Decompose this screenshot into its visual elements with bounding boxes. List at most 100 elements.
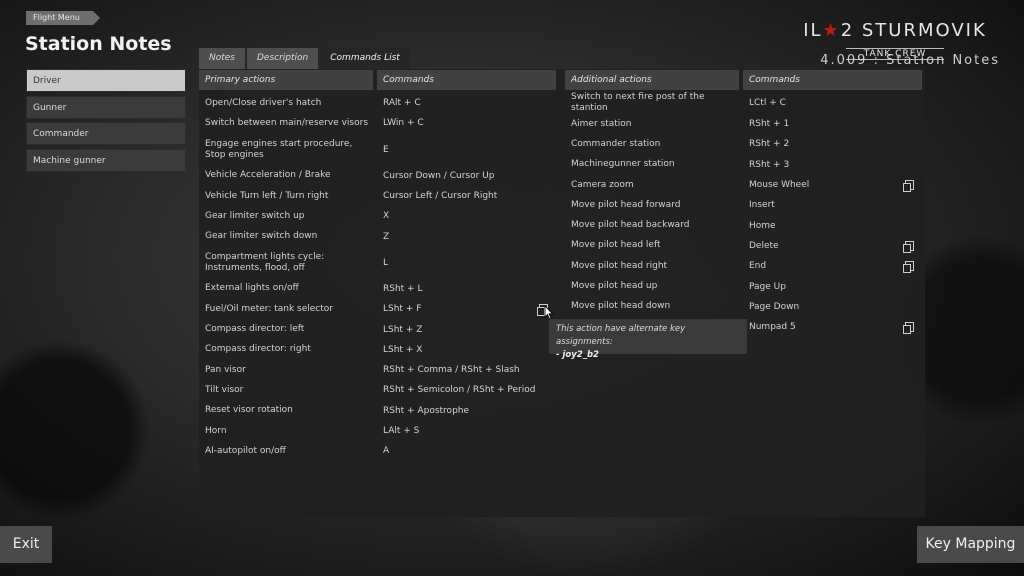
command-key: RAlt + C <box>383 98 421 109</box>
table-row[interactable]: Move pilot head down Page Down <box>565 297 922 317</box>
action-label: Open/Close driver's hatch <box>205 97 322 108</box>
table-row[interactable]: Move pilot head forward Insert <box>565 195 922 215</box>
alternate-keys-tooltip: This action have alternate key assignmen… <box>549 319 747 360</box>
action-label: Move pilot head down <box>571 301 671 312</box>
table-row[interactable]: Horn LAlt + S <box>199 421 556 441</box>
action-label: Vehicle Turn left / Turn right <box>205 190 329 201</box>
alternate-keys-icon[interactable] <box>903 321 914 334</box>
command-key: E <box>383 144 389 155</box>
action-label: Vehicle Acceleration / Brake <box>205 170 331 181</box>
table-row[interactable]: Move pilot head backward Home <box>565 215 922 235</box>
table-row[interactable]: Commander station RSht + 2 <box>565 134 922 154</box>
action-label: External lights on/off <box>205 283 299 294</box>
key-mapping-button[interactable]: Key Mapping <box>917 526 1024 563</box>
table-row[interactable]: Gear limiter switch up X <box>199 206 556 226</box>
action-label: Compass director: right <box>205 344 311 355</box>
action-label: Reset visor rotation <box>205 405 293 416</box>
action-label: Compass director: left <box>205 324 305 335</box>
alternate-keys-icon[interactable] <box>903 179 914 192</box>
command-key: Cursor Down / Cursor Up <box>383 170 495 181</box>
table-row[interactable]: Compartment lights cycle: Instruments, f… <box>199 247 556 279</box>
table-row[interactable]: Aimer station RSht + 1 <box>565 114 922 134</box>
action-label: Compartment lights cycle: Instruments, f… <box>205 251 325 273</box>
alternate-keys-icon[interactable] <box>903 240 914 253</box>
table-row[interactable]: Switch between main/reserve visors LWin +… <box>199 113 556 133</box>
action-label: Camera zoom <box>571 179 634 190</box>
command-key: X <box>383 211 390 222</box>
table-row[interactable]: Move pilot head right End <box>565 256 922 276</box>
action-label: Move pilot head backward <box>571 220 690 231</box>
command-key: RSht + Semicolon / RSht + Period <box>383 385 536 396</box>
command-key: Z <box>383 231 390 242</box>
command-key: RSht + Apostrophe <box>383 405 470 416</box>
command-key: L <box>383 257 389 268</box>
action-label: Move pilot head right <box>571 260 668 271</box>
table-row[interactable]: Pan visor RSht + Comma / RSht + Slash <box>199 360 556 380</box>
action-label: Gear limiter switch down <box>205 231 318 242</box>
table-row[interactable]: Vehicle Acceleration / Brake Cursor Down … <box>199 166 556 186</box>
tab-description[interactable]: Description <box>247 48 319 69</box>
table-row[interactable]: Machinegunner station RSht + 3 <box>565 155 922 175</box>
column-header-action: Additional actions <box>565 70 739 90</box>
column-header-commands: Commands <box>377 70 556 90</box>
action-label: Move pilot head forward <box>571 199 681 210</box>
table-row[interactable]: Camera zoom Mouse Wheel <box>565 175 922 195</box>
logo-title: IL★2 STURMOVIK <box>803 20 987 41</box>
tab-notes[interactable]: Notes <box>199 48 245 69</box>
action-label: Machinegunner station <box>571 159 675 170</box>
table-row[interactable]: Open/Close driver's hatch RAlt + C <box>199 93 556 113</box>
command-key: Page Up <box>749 281 786 292</box>
tab-bar: Notes Description Commands List <box>199 48 412 69</box>
additional-rows: Switch to next fire post of the stantion… <box>565 92 922 337</box>
command-key: LWin + C <box>383 118 424 129</box>
command-key: LSht + Z <box>383 324 423 335</box>
station-sidebar: Driver Gunner Commander Machine gunner <box>26 69 186 175</box>
tooltip-text: This action have alternate key assignmen… <box>556 324 686 347</box>
sidebar-item-commander[interactable]: Commander <box>26 122 186 145</box>
sidebar-item-driver[interactable]: Driver <box>26 69 186 92</box>
command-key: Insert <box>749 200 775 211</box>
table-row[interactable]: Gear limiter switch down Z <box>199 226 556 246</box>
action-label: Switch to next fire post of the stantion <box>571 92 705 113</box>
sidebar-item-machine-gunner[interactable]: Machine gunner <box>26 148 186 172</box>
table-row[interactable]: External lights on/off RSht + L <box>199 279 556 299</box>
command-key: Home <box>749 220 776 231</box>
action-label: Fuel/Oil meter: tank selector <box>205 303 333 314</box>
breadcrumb[interactable]: Flight Menu <box>26 11 100 25</box>
action-label: Aimer station <box>571 118 632 129</box>
table-row[interactable]: Tilt visor RSht + Semicolon / RSht + Peri… <box>199 380 556 400</box>
command-key: RSht + 1 <box>749 119 790 130</box>
alternate-keys-icon[interactable] <box>903 261 914 274</box>
table-row[interactable]: Move pilot head left Delete <box>565 236 922 256</box>
command-key: RSht + 3 <box>749 159 790 170</box>
page-title: Station Notes <box>25 33 172 55</box>
command-key: RSht + L <box>383 283 423 294</box>
command-key: Page Down <box>749 301 800 312</box>
command-key: RSht + Comma / RSht + Slash <box>383 365 520 376</box>
table-row[interactable]: Move pilot head up Page Up <box>565 276 922 296</box>
table-row[interactable]: Vehicle Turn left / Turn right Cursor Lef… <box>199 186 556 206</box>
table-row[interactable]: Engage engines start procedure, Stop eng… <box>199 134 556 166</box>
column-header-commands: Commands <box>743 70 922 90</box>
command-key: Numpad 5 <box>749 322 796 333</box>
action-label: Gear limiter switch up <box>205 210 305 221</box>
table-row[interactable]: Switch to next fire post of the stantion… <box>565 92 922 114</box>
action-label: Pan visor <box>205 364 246 375</box>
exit-button[interactable]: Exit <box>0 526 52 563</box>
action-label: Switch between main/reserve visors <box>205 117 369 128</box>
sidebar-item-gunner[interactable]: Gunner <box>26 95 186 119</box>
table-row[interactable]: Compass director: right LSht + X <box>199 340 556 360</box>
command-key: End <box>749 261 767 272</box>
command-key: Cursor Left / Cursor Right <box>383 191 498 202</box>
action-label: Move pilot head left <box>571 240 661 251</box>
star-icon: ★ <box>822 20 841 41</box>
primary-actions-table: Primary actions Commands Open/Close driv… <box>199 70 556 461</box>
version-label: 4.009 : Station Notes <box>820 53 1000 68</box>
table-row[interactable]: Compass director: left LSht + Z <box>199 319 556 339</box>
table-row[interactable]: Reset visor rotation RSht + Apostrophe <box>199 401 556 421</box>
tab-commands-list[interactable]: Commands List <box>320 48 410 69</box>
table-row[interactable]: Fuel/Oil meter: tank selector LSht + F <box>199 299 556 319</box>
commands-panel: Primary actions Commands Open/Close driv… <box>199 69 925 517</box>
table-row[interactable]: AI-autopilot on/off A <box>199 441 556 461</box>
command-key: Mouse Wheel <box>749 180 810 191</box>
